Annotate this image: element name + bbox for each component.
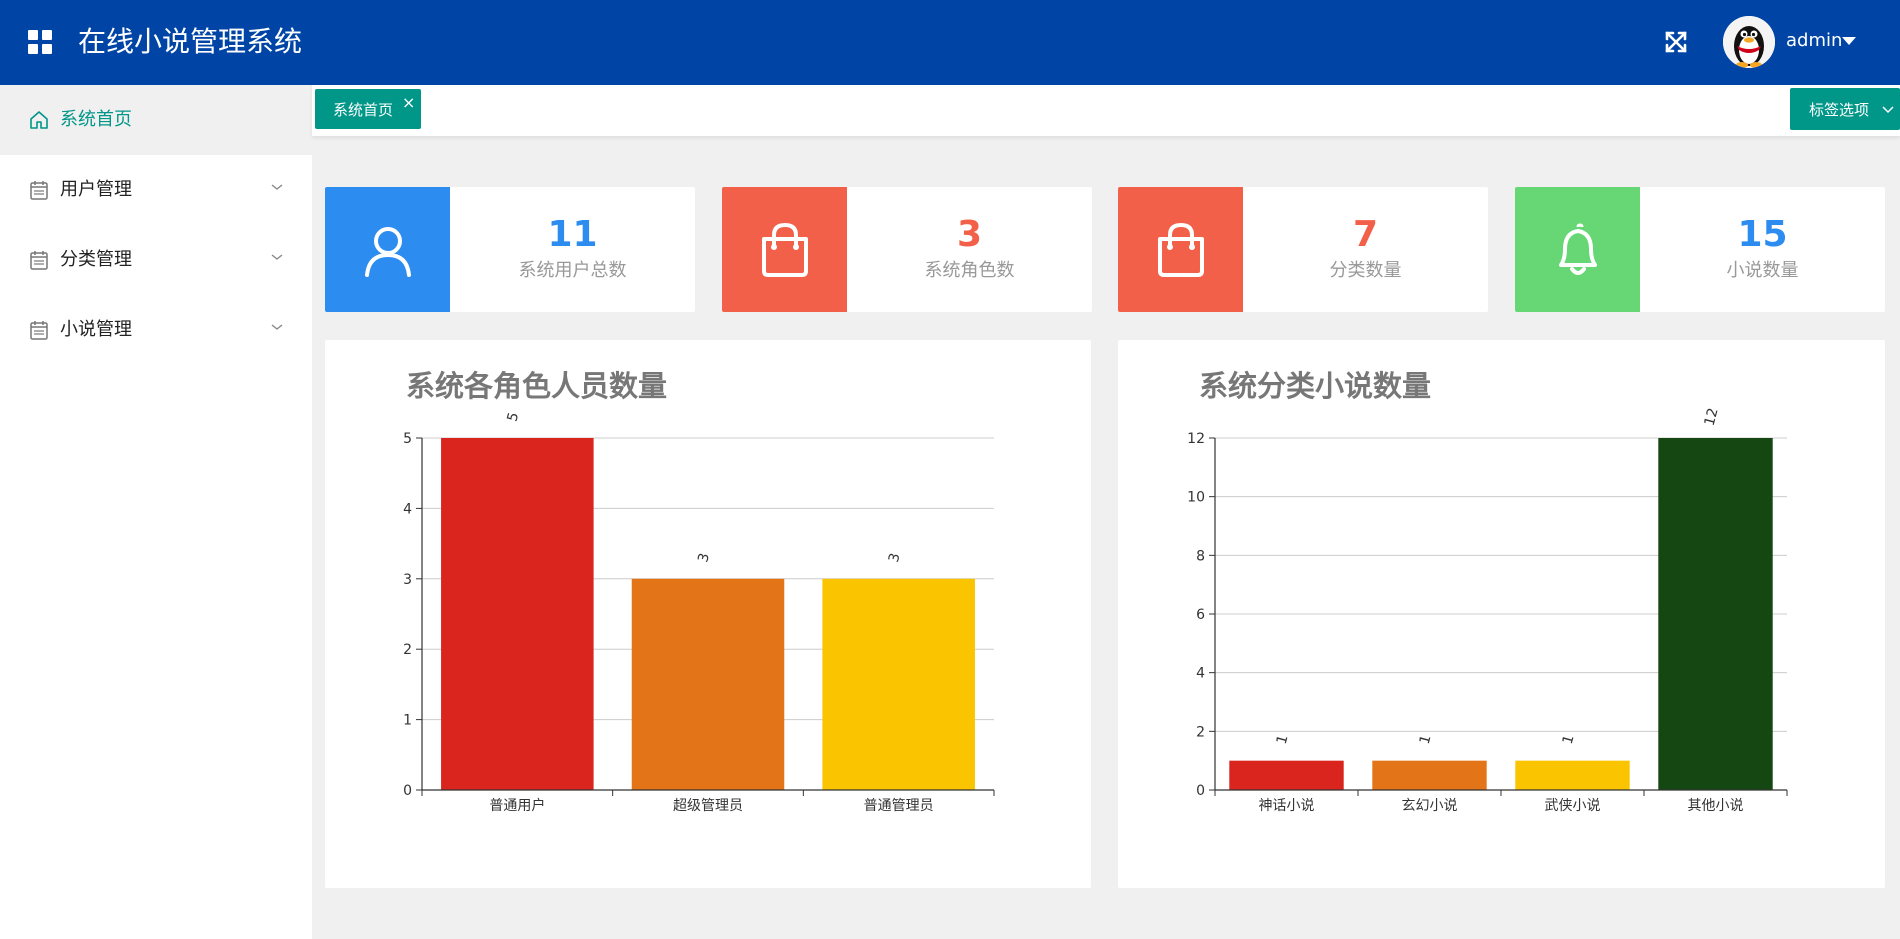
stat-label: 小说数量 [1726,260,1799,281]
y-tick-label: 10 [1187,490,1205,506]
fullscreen-icon[interactable] [1662,28,1690,56]
y-tick-label: 12 [1187,431,1205,447]
stat-value: 7 [1352,214,1379,255]
stat-label: 系统用户总数 [518,260,627,281]
sidebar-item-label: 分类管理 [60,249,132,270]
stat-icon-box [1118,187,1243,312]
calendar-icon [30,251,48,270]
bar [1515,760,1630,790]
y-tick-label: 5 [403,431,412,447]
shopping-bag-icon [762,222,808,277]
sidebar-item-users[interactable]: 用户管理 [0,155,312,225]
roles-bar-chart: 系统各角色人员数量 0 1 2 3 4 5 5 普通用户 3 超级管理员 3 普通管理员 [403,369,995,814]
x-tick-label: 其他小说 [1688,798,1744,814]
sidebar: 系统首页 用户管理 分类管理 小说管理 [0,85,312,939]
y-tick-label: 0 [403,783,412,799]
user-name[interactable]: admin [1786,28,1842,54]
y-tick-label: 2 [1196,724,1205,740]
top-header: 在线小说管理系统 admin [0,0,1900,85]
stat-card-categories: 7 分类数量 [1118,187,1488,312]
caret-down-icon[interactable] [1842,37,1856,45]
app-title: 在线小说管理系统 [78,25,303,58]
bar [1658,438,1773,790]
chart-panel-categories: 系统分类小说数量 0 2 4 6 8 10 12 1 神话小说 1 玄幻小说 1 武侠小说 12 其他小说 [1118,340,1885,888]
sidebar-item-label: 用户管理 [60,179,132,200]
stat-card-novels: 15 小说数量 [1515,187,1885,312]
tab-options-label: 标签选项 [1809,101,1870,119]
y-tick-label: 6 [1196,607,1205,623]
tab-options-button[interactable]: 标签选项 [1790,88,1900,130]
chevron-down-icon [271,324,283,330]
sidebar-item-novels[interactable]: 小说管理 [0,295,312,365]
x-tick-label: 普通管理员 [864,798,934,814]
chart-panel-roles: 系统各角色人员数量 0 1 2 3 4 5 5 普通用户 3 超级管理员 3 普通管理员 [325,340,1091,888]
y-tick-label: 8 [1196,548,1205,564]
x-tick-label: 普通用户 [489,797,545,814]
stat-card-users: 11 系统用户总数 [325,187,695,312]
stat-icon-box [722,187,847,312]
chevron-down-icon [271,254,283,260]
sidebar-item-label: 小说管理 [60,319,132,340]
calendar-icon [30,321,48,340]
stat-value: 15 [1737,214,1788,255]
x-tick-label: 玄幻小说 [1402,797,1458,814]
y-tick-label: 1 [403,713,412,729]
data-label: 5 [505,411,523,424]
close-icon[interactable]: × [402,95,415,111]
x-tick-label: 神话小说 [1259,798,1315,814]
bar [441,438,594,790]
shopping-bag-icon [1158,222,1204,277]
chart-title: 系统分类小说数量 [1199,369,1431,403]
x-tick-label: 超级管理员 [673,798,743,814]
y-tick-label: 2 [403,642,412,658]
stat-card-roles: 3 系统角色数 [722,187,1092,312]
data-label: 3 [695,551,713,564]
data-label: 12 [1702,406,1722,427]
data-label: 1 [1274,733,1292,746]
bar [1372,760,1487,790]
chevron-down-icon [271,184,283,190]
stat-icon-box [1515,187,1640,312]
y-tick-label: 0 [1196,783,1205,799]
y-tick-label: 4 [1196,666,1205,682]
sidebar-item-categories[interactable]: 分类管理 [0,225,312,295]
stat-label: 分类数量 [1329,260,1402,281]
chevron-down-icon [1882,106,1894,114]
y-tick-label: 4 [403,501,412,517]
stat-icon-box [325,187,450,312]
data-label: 1 [1560,733,1578,746]
sidebar-item-home[interactable]: 系统首页 [0,85,312,155]
user-icon [365,227,411,277]
data-label: 1 [1417,733,1435,746]
stat-label: 系统角色数 [924,260,1015,281]
bar [1229,760,1344,790]
stat-value: 11 [547,214,598,255]
bar [631,578,785,790]
y-tick-label: 3 [403,572,412,588]
data-label: 3 [886,551,904,564]
tab-label: 系统首页 [333,101,394,119]
bar [822,578,975,790]
bell-icon [1559,223,1597,275]
stat-value: 3 [956,214,983,255]
x-tick-label: 武侠小说 [1545,798,1601,814]
sidebar-item-label: 系统首页 [60,109,132,130]
avatar[interactable] [1723,16,1775,68]
categories-bar-chart: 系统分类小说数量 0 2 4 6 8 10 12 1 神话小说 1 玄幻小说 1 武侠小说 12 其他小说 [1187,369,1788,814]
home-icon [30,111,48,129]
penguin-avatar-icon [1723,16,1775,68]
menu-grid-icon[interactable] [28,30,52,54]
chart-title: 系统各角色人员数量 [406,369,667,403]
calendar-icon [30,181,48,200]
tab-home[interactable]: 系统首页 × [315,89,421,129]
tab-bar: 系统首页 × 标签选项 [312,85,1900,136]
